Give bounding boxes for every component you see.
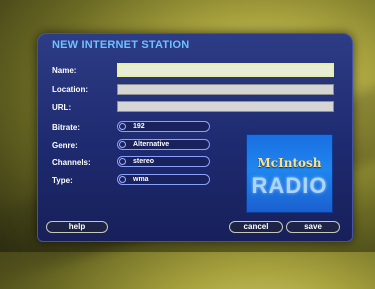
genre-label: Genre: xyxy=(52,141,78,150)
mcintosh-radio-logo: McIntosh RADIO xyxy=(246,134,333,213)
channels-selector[interactable]: stereo xyxy=(117,156,210,167)
name-field[interactable] xyxy=(117,63,334,77)
genre-value: Alternative xyxy=(133,141,170,148)
selector-knob-icon xyxy=(119,176,126,183)
location-field[interactable] xyxy=(117,84,334,95)
url-label: URL: xyxy=(52,103,72,112)
save-button[interactable]: save xyxy=(286,221,340,233)
channels-value: stereo xyxy=(133,158,155,165)
selector-knob-icon xyxy=(119,158,126,165)
dialog-title: NEW INTERNET STATION xyxy=(52,39,190,51)
type-selector[interactable]: wma xyxy=(117,174,210,185)
location-label: Location: xyxy=(52,85,88,94)
channels-label: Channels: xyxy=(52,158,91,167)
type-label: Type: xyxy=(52,176,73,185)
logo-radio-text: RADIO xyxy=(251,173,328,198)
bitrate-value: 192 xyxy=(133,123,145,130)
url-field[interactable] xyxy=(117,101,334,112)
bitrate-label: Bitrate: xyxy=(52,123,81,132)
cancel-button[interactable]: cancel xyxy=(229,221,283,233)
type-value: wma xyxy=(133,176,149,183)
name-label: Name: xyxy=(52,66,77,75)
selector-knob-icon xyxy=(119,123,126,130)
genre-selector[interactable]: Alternative xyxy=(117,139,210,150)
bitrate-selector[interactable]: 192 xyxy=(117,121,210,132)
selector-knob-icon xyxy=(119,141,126,148)
help-button[interactable]: help xyxy=(46,221,108,233)
logo-brand: McIntosh xyxy=(257,156,322,170)
